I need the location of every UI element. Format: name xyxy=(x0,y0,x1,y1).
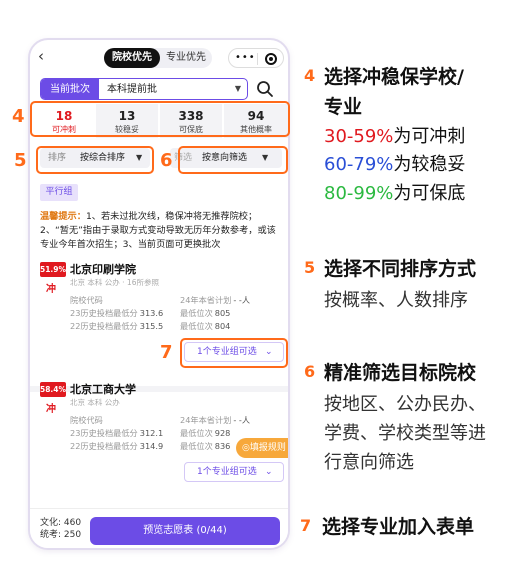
info-row: 22历史投档最低分 315.5 xyxy=(70,321,164,331)
annotation-desc: 学费、学校类型等进 xyxy=(324,423,486,444)
annotation-number: 5 xyxy=(304,258,316,277)
probability-badge: 51.9% xyxy=(40,262,66,277)
step-marker: 6 xyxy=(160,150,173,171)
chevron-down-icon: ⌄ xyxy=(265,467,273,477)
annotation-desc: 按概率、人数排序 xyxy=(324,290,468,311)
annotation-line-rush: 30-59%为可冲刺 xyxy=(324,126,466,147)
tutorial-canvas: ‹ 院校优先 专业优先 ••• 当前批次 本科提前批 ▼ 18 可冲刺 13 较… xyxy=(0,0,517,585)
info-row: 23历史投档最低分 312.1 xyxy=(70,428,164,438)
highlight-box-filter xyxy=(178,146,288,174)
priority-segmented-control: 院校优先 专业优先 xyxy=(104,48,212,68)
rush-tag: 冲 xyxy=(46,284,56,295)
unified-exam-score: 统考: 250 xyxy=(40,530,82,540)
more-dots-icon[interactable]: ••• xyxy=(235,52,256,63)
annotation-title: 精准筛选目标院校 xyxy=(324,362,477,384)
rush-tag: 冲 xyxy=(46,404,56,415)
annotation-line-safe: 80-99%为可保底 xyxy=(324,183,466,204)
close-target-icon[interactable] xyxy=(265,53,277,65)
info-row: 22历史投档最低分 314.9 xyxy=(70,441,164,451)
capsule-divider xyxy=(257,53,258,65)
annotation-line-stable: 60-79%为较稳妥 xyxy=(324,154,466,175)
info-row: 最低位次 805 xyxy=(180,308,231,318)
info-row: 24年本省计划 - -人 xyxy=(180,295,251,305)
batch-value: 本科提前批 xyxy=(107,84,157,95)
bottom-bar: 文化: 460 统考: 250 预览志愿表 (0/44) xyxy=(30,508,288,548)
info-row: 最低位次 928 xyxy=(180,428,231,438)
parallel-group-tag[interactable]: 平行组 xyxy=(40,184,78,201)
tab-school-first[interactable]: 院校优先 xyxy=(104,48,160,68)
info-row: 24年本省计划 - -人 xyxy=(180,415,251,425)
highlight-box-major xyxy=(180,338,288,368)
step-marker: 5 xyxy=(14,150,27,171)
annotation-title: 选择冲稳保学校/ xyxy=(324,66,464,88)
annotation-title: 选择不同排序方式 xyxy=(324,258,477,280)
tip-text: 温馨提示：1、若未过批次线，稳保冲将无推荐院校；2、“暂无”指由于录取方式变动导… xyxy=(40,210,284,252)
search-icon[interactable] xyxy=(256,80,274,98)
info-row: 院校代码 xyxy=(70,295,103,305)
annotation-desc: 行意向筛选 xyxy=(324,452,414,473)
school-name: 北京印刷学院 xyxy=(70,263,136,276)
caret-down-icon: ▼ xyxy=(234,84,241,93)
batch-label: 当前批次 xyxy=(41,79,99,99)
annotation-number: 6 xyxy=(304,362,316,381)
culture-score: 文化: 460 xyxy=(40,518,82,528)
school-name: 北京工商大学 xyxy=(70,383,136,396)
school-meta: 北京 本科 公办 · 16所参照 xyxy=(70,278,159,287)
probability-badge: 58.4% xyxy=(40,382,66,397)
batch-selector[interactable]: 当前批次 本科提前批 ▼ xyxy=(40,78,248,100)
preview-application-button[interactable]: 预览志愿表 (0/44) xyxy=(90,517,280,545)
back-arrow-icon[interactable]: ‹ xyxy=(38,48,54,64)
step-marker: 4 xyxy=(12,106,25,127)
tab-major-first[interactable]: 专业优先 xyxy=(160,48,212,68)
card-divider xyxy=(30,386,288,392)
annotation-title: 选择专业加入表单 xyxy=(322,516,475,538)
annotation-desc: 按地区、公办民办、 xyxy=(324,394,486,415)
fill-rules-button[interactable]: ◎填报规则 xyxy=(236,438,288,458)
annotation-title: 专业 xyxy=(324,96,363,118)
highlight-box-sort xyxy=(36,146,154,174)
miniapp-capsule: ••• xyxy=(228,48,284,68)
score-stats: 文化: 460 统考: 250 xyxy=(40,517,81,541)
step-marker: 7 xyxy=(160,342,173,363)
info-row: 院校代码 xyxy=(70,415,103,425)
major-group-button[interactable]: 1个专业组可选 ⌄ xyxy=(184,462,284,482)
top-bar: ‹ 院校优先 专业优先 ••• xyxy=(30,40,288,72)
annotation-number: 7 xyxy=(300,516,312,535)
school-meta: 北京 本科 公办 xyxy=(70,398,120,407)
info-row: 最低位次 836 xyxy=(180,441,231,451)
info-row: 最低位次 804 xyxy=(180,321,231,331)
highlight-box-tabs xyxy=(30,101,290,137)
tip-label: 温馨提示： xyxy=(40,211,86,222)
annotation-number: 4 xyxy=(304,66,316,85)
info-row: 23历史投档最低分 313.6 xyxy=(70,308,164,318)
